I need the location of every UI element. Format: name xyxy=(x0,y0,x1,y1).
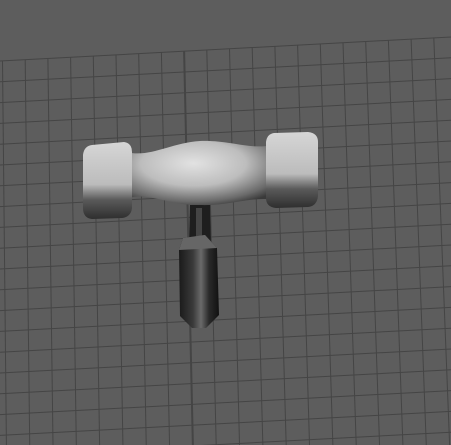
hammer-head-body xyxy=(126,140,276,206)
hammer-right-cap xyxy=(266,132,318,208)
3d-viewport[interactable] xyxy=(0,0,451,445)
hammer-model[interactable] xyxy=(0,0,451,445)
hammer-left-cap xyxy=(83,142,132,219)
